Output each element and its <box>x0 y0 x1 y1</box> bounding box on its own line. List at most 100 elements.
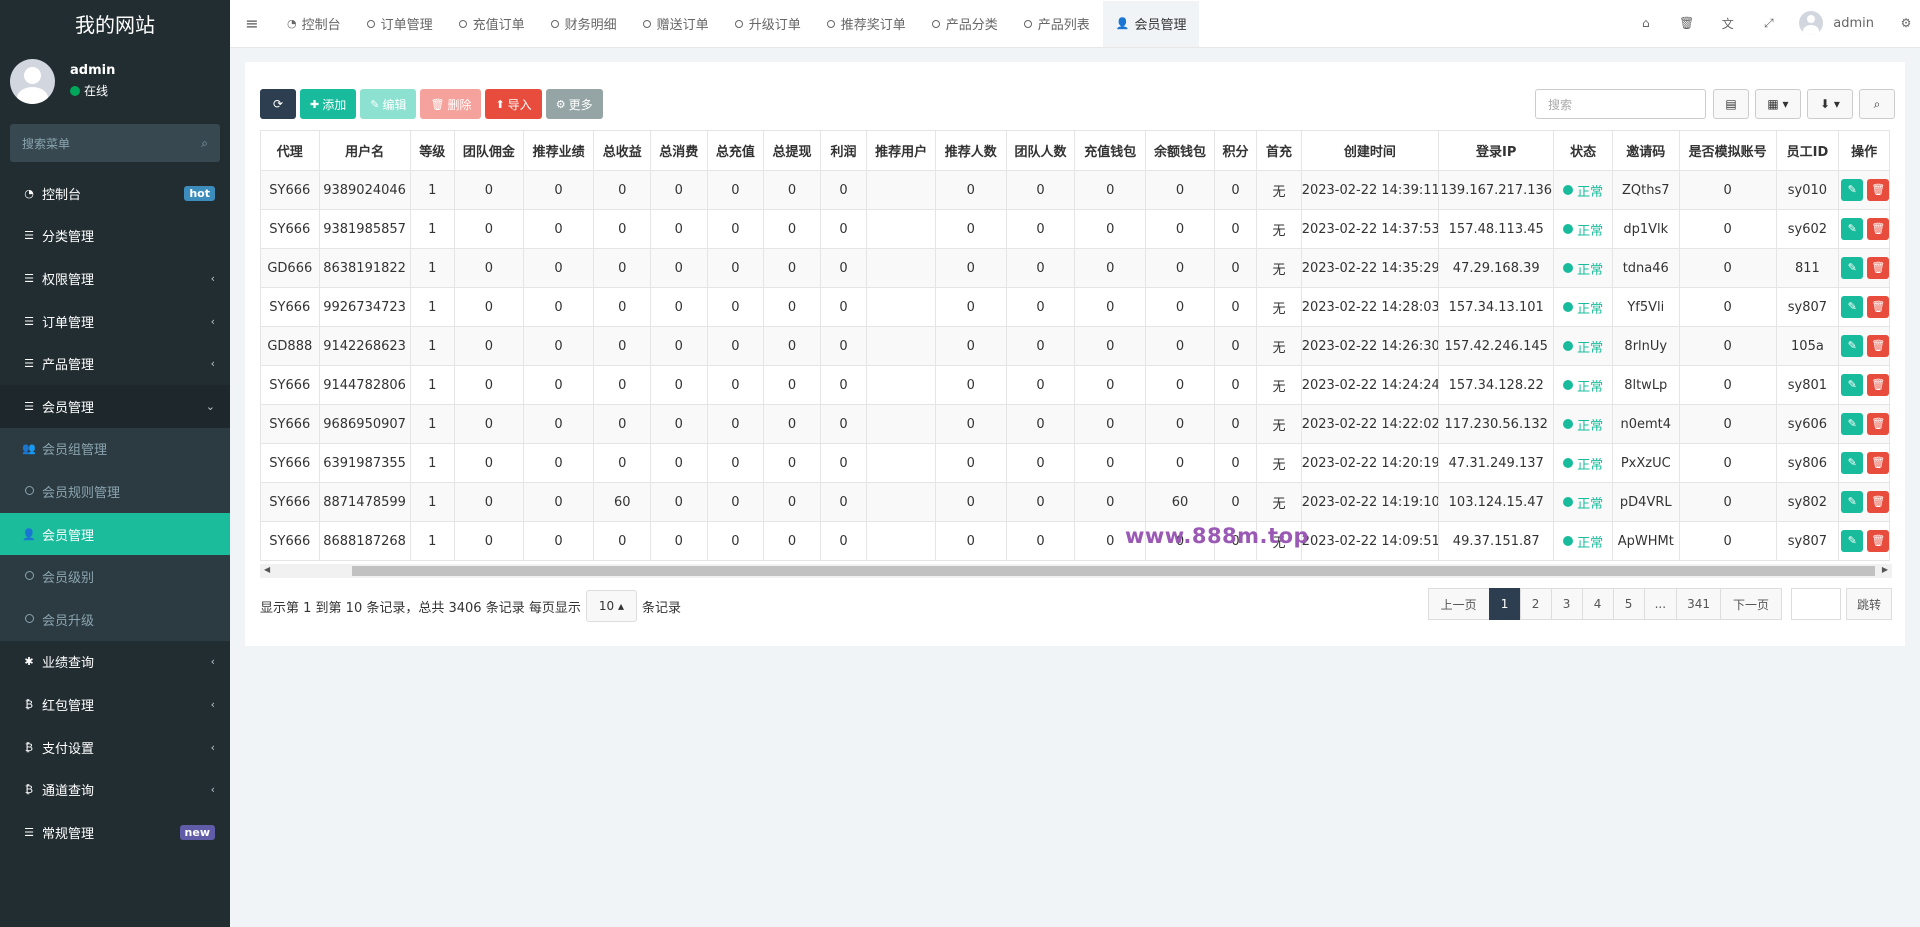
delete-row-button[interactable]: 🗑 <box>1867 179 1889 201</box>
column-header[interactable]: 总充值 <box>706 130 765 171</box>
sidebar-item-redpacket[interactable]: ₿ 红包管理 ‹ <box>0 683 230 726</box>
sidebar-item-products[interactable]: ☰ 产品管理 ‹ <box>0 342 230 385</box>
column-header[interactable]: 员工ID <box>1775 130 1840 171</box>
delete-row-button[interactable]: 🗑 <box>1867 452 1889 474</box>
jump-page-input[interactable] <box>1790 588 1841 620</box>
column-header[interactable]: 推荐用户 <box>866 130 936 171</box>
column-header[interactable]: 邀请码 <box>1611 130 1680 171</box>
column-header[interactable]: 状态 <box>1553 130 1613 171</box>
delete-row-button[interactable]: 🗑 <box>1867 413 1889 435</box>
scroll-right-icon[interactable]: ▶ <box>1882 565 1888 574</box>
edit-row-button[interactable]: ✎ <box>1841 530 1864 552</box>
delete-row-button[interactable]: 🗑 <box>1867 491 1889 513</box>
translate-icon[interactable]: 文 <box>1707 15 1748 32</box>
edit-row-button[interactable]: ✎ <box>1841 218 1864 240</box>
scrollbar-thumb[interactable] <box>352 566 1875 576</box>
column-header[interactable]: 充值钱包 <box>1074 130 1147 171</box>
home-icon[interactable]: ⌂ <box>1625 16 1666 30</box>
menu-search-input[interactable]: 搜索菜单 ⌕ <box>10 124 220 162</box>
tab-finance[interactable]: 财务明细 <box>538 1 630 47</box>
delete-button[interactable]: 🗑 删除 <box>420 89 482 119</box>
column-header[interactable]: 余额钱包 <box>1145 130 1215 171</box>
column-header[interactable]: 代理 <box>260 130 320 171</box>
edit-button[interactable]: ✎ 编辑 <box>360 89 417 119</box>
page-size-select[interactable]: 10 ▴ <box>585 590 637 622</box>
edit-row-button[interactable]: ✎ <box>1841 491 1864 513</box>
column-header[interactable]: 推荐人数 <box>934 130 1007 171</box>
menu-toggle-icon[interactable]: ≡ <box>230 14 274 33</box>
column-header[interactable]: 团队佣金 <box>454 130 524 171</box>
table-row[interactable]: SY666 9686950907 1 0 0 0 0 0 0 0 0 0 0 0 0 无 2023-02-22 … <box>260 404 1890 444</box>
column-header[interactable]: 创建时间 <box>1300 130 1440 171</box>
sidebar-item-general[interactable]: ☰ 常规管理 new <box>0 811 230 854</box>
tab-orders[interactable]: 订单管理 <box>354 1 446 47</box>
more-button[interactable]: ⚙ 更多 <box>545 89 603 119</box>
columns-button[interactable]: ▦ ▾ <box>1755 89 1801 119</box>
edit-row-button[interactable]: ✎ <box>1841 179 1864 201</box>
table-row[interactable]: SY666 8871478599 1 0 0 60 0 0 0 0 0 0 0 60 0 无 2023-02-2… <box>260 482 1890 522</box>
column-header[interactable]: 操作 <box>1838 130 1890 171</box>
jump-button[interactable]: 跳转 <box>1845 588 1892 620</box>
edit-row-button[interactable]: ✎ <box>1841 296 1864 318</box>
page-button[interactable]: 5 <box>1612 588 1645 620</box>
sidebar-item-dashboard[interactable]: ◔ 控制台 hot <box>0 172 230 215</box>
toggle-view-button[interactable]: ▤ <box>1713 89 1749 119</box>
table-row[interactable]: SY666 9381985857 1 0 0 0 0 0 0 0 0 0 0 0 0 无 2023-02-22 … <box>260 209 1890 249</box>
user-menu[interactable]: admin <box>1799 11 1874 35</box>
sidebar-subitem-member-upgrade[interactable]: 会员升级 <box>0 598 230 641</box>
delete-row-button[interactable]: 🗑 <box>1867 335 1889 357</box>
table-search-input[interactable]: 搜索 <box>1535 89 1706 119</box>
column-header[interactable]: 总收益 <box>593 130 652 171</box>
sidebar-item-category[interactable]: ☰ 分类管理 <box>0 215 230 258</box>
delete-row-button[interactable]: 🗑 <box>1867 296 1889 318</box>
trash-icon[interactable]: 🗑 <box>1666 16 1707 30</box>
add-button[interactable]: ✚ 添加 <box>300 89 357 119</box>
sidebar-subitem-member-level[interactable]: 会员级别 <box>0 555 230 598</box>
delete-row-button[interactable]: 🗑 <box>1867 218 1889 240</box>
scroll-left-icon[interactable]: ◀ <box>264 565 270 574</box>
fullscreen-icon[interactable]: ⤢ <box>1748 16 1789 31</box>
delete-row-button[interactable]: 🗑 <box>1867 374 1889 396</box>
column-header[interactable]: 等级 <box>409 130 456 171</box>
edit-row-button[interactable]: ✎ <box>1841 374 1864 396</box>
table-row[interactable]: GD666 8638191822 1 0 0 0 0 0 0 0 0 0 0 0 0 无 2023-02-22 … <box>260 248 1890 288</box>
table-row[interactable]: SY666 9144782806 1 0 0 0 0 0 0 0 0 0 0 0 0 无 2023-02-22 … <box>260 365 1890 405</box>
sidebar-subitem-member-manage[interactable]: 👤 会员管理 <box>0 512 230 556</box>
column-header[interactable]: 总提现 <box>763 130 821 171</box>
sidebar-item-payment[interactable]: ₿ 支付设置 ‹ <box>0 726 230 769</box>
settings-icon[interactable]: ⚙ <box>1892 16 1920 30</box>
column-header[interactable]: 积分 <box>1213 130 1258 171</box>
page-button[interactable]: 1 <box>1488 588 1521 620</box>
delete-row-button[interactable]: 🗑 <box>1867 530 1889 552</box>
horizontal-scrollbar[interactable]: ◀ ▶ <box>260 564 1892 578</box>
edit-row-button[interactable]: ✎ <box>1841 452 1864 474</box>
column-header[interactable]: 是否模拟账号 <box>1678 130 1777 171</box>
table-row[interactable]: SY666 8688187268 1 0 0 0 0 0 0 0 0 0 0 0 0 无 2023-02-22 … <box>260 521 1890 561</box>
tab-member-manage[interactable]: 👤 会员管理 <box>1102 0 1200 47</box>
tab-gift-orders[interactable]: 赠送订单 <box>630 1 722 47</box>
sidebar-item-members[interactable]: ☰ 会员管理 ⌄ <box>0 384 230 428</box>
table-row[interactable]: GD888 9142268623 1 0 0 0 0 0 0 0 0 0 0 0 0 无 2023-02-22 … <box>260 326 1890 366</box>
page-button[interactable]: 341 <box>1676 588 1721 620</box>
edit-row-button[interactable]: ✎ <box>1841 335 1864 357</box>
column-header[interactable]: 推荐业绩 <box>522 130 595 171</box>
site-title[interactable]: 我的网站 <box>0 0 230 46</box>
column-header[interactable]: 首充 <box>1256 130 1302 171</box>
tab-product-category[interactable]: 产品分类 <box>919 1 1011 47</box>
page-button[interactable]: 2 <box>1519 588 1552 620</box>
tab-product-list[interactable]: 产品列表 <box>1011 1 1103 47</box>
export-button[interactable]: ⬇ ▾ <box>1807 89 1853 119</box>
page-button[interactable]: 4 <box>1581 588 1614 620</box>
table-row[interactable]: SY666 9389024046 1 0 0 0 0 0 0 0 0 0 0 0 0 无 2023-02-22 … <box>260 170 1890 210</box>
edit-row-button[interactable]: ✎ <box>1841 413 1864 435</box>
search-icon[interactable]: ⌕ <box>201 136 208 151</box>
sidebar-item-channel[interactable]: ₿ 通道查询 ‹ <box>0 768 230 811</box>
page-button[interactable]: 3 <box>1550 588 1583 620</box>
column-header[interactable]: 总消费 <box>650 130 708 171</box>
edit-row-button[interactable]: ✎ <box>1841 257 1864 279</box>
sidebar-item-permission[interactable]: ☰ 权限管理 ‹ <box>0 257 230 300</box>
search-toggle-button[interactable]: ⌕ <box>1859 89 1895 119</box>
sidebar-subitem-member-group[interactable]: 👥 会员组管理 <box>0 428 230 471</box>
column-header[interactable]: 用户名 <box>318 130 411 171</box>
refresh-button[interactable]: ⟳ <box>260 89 296 119</box>
